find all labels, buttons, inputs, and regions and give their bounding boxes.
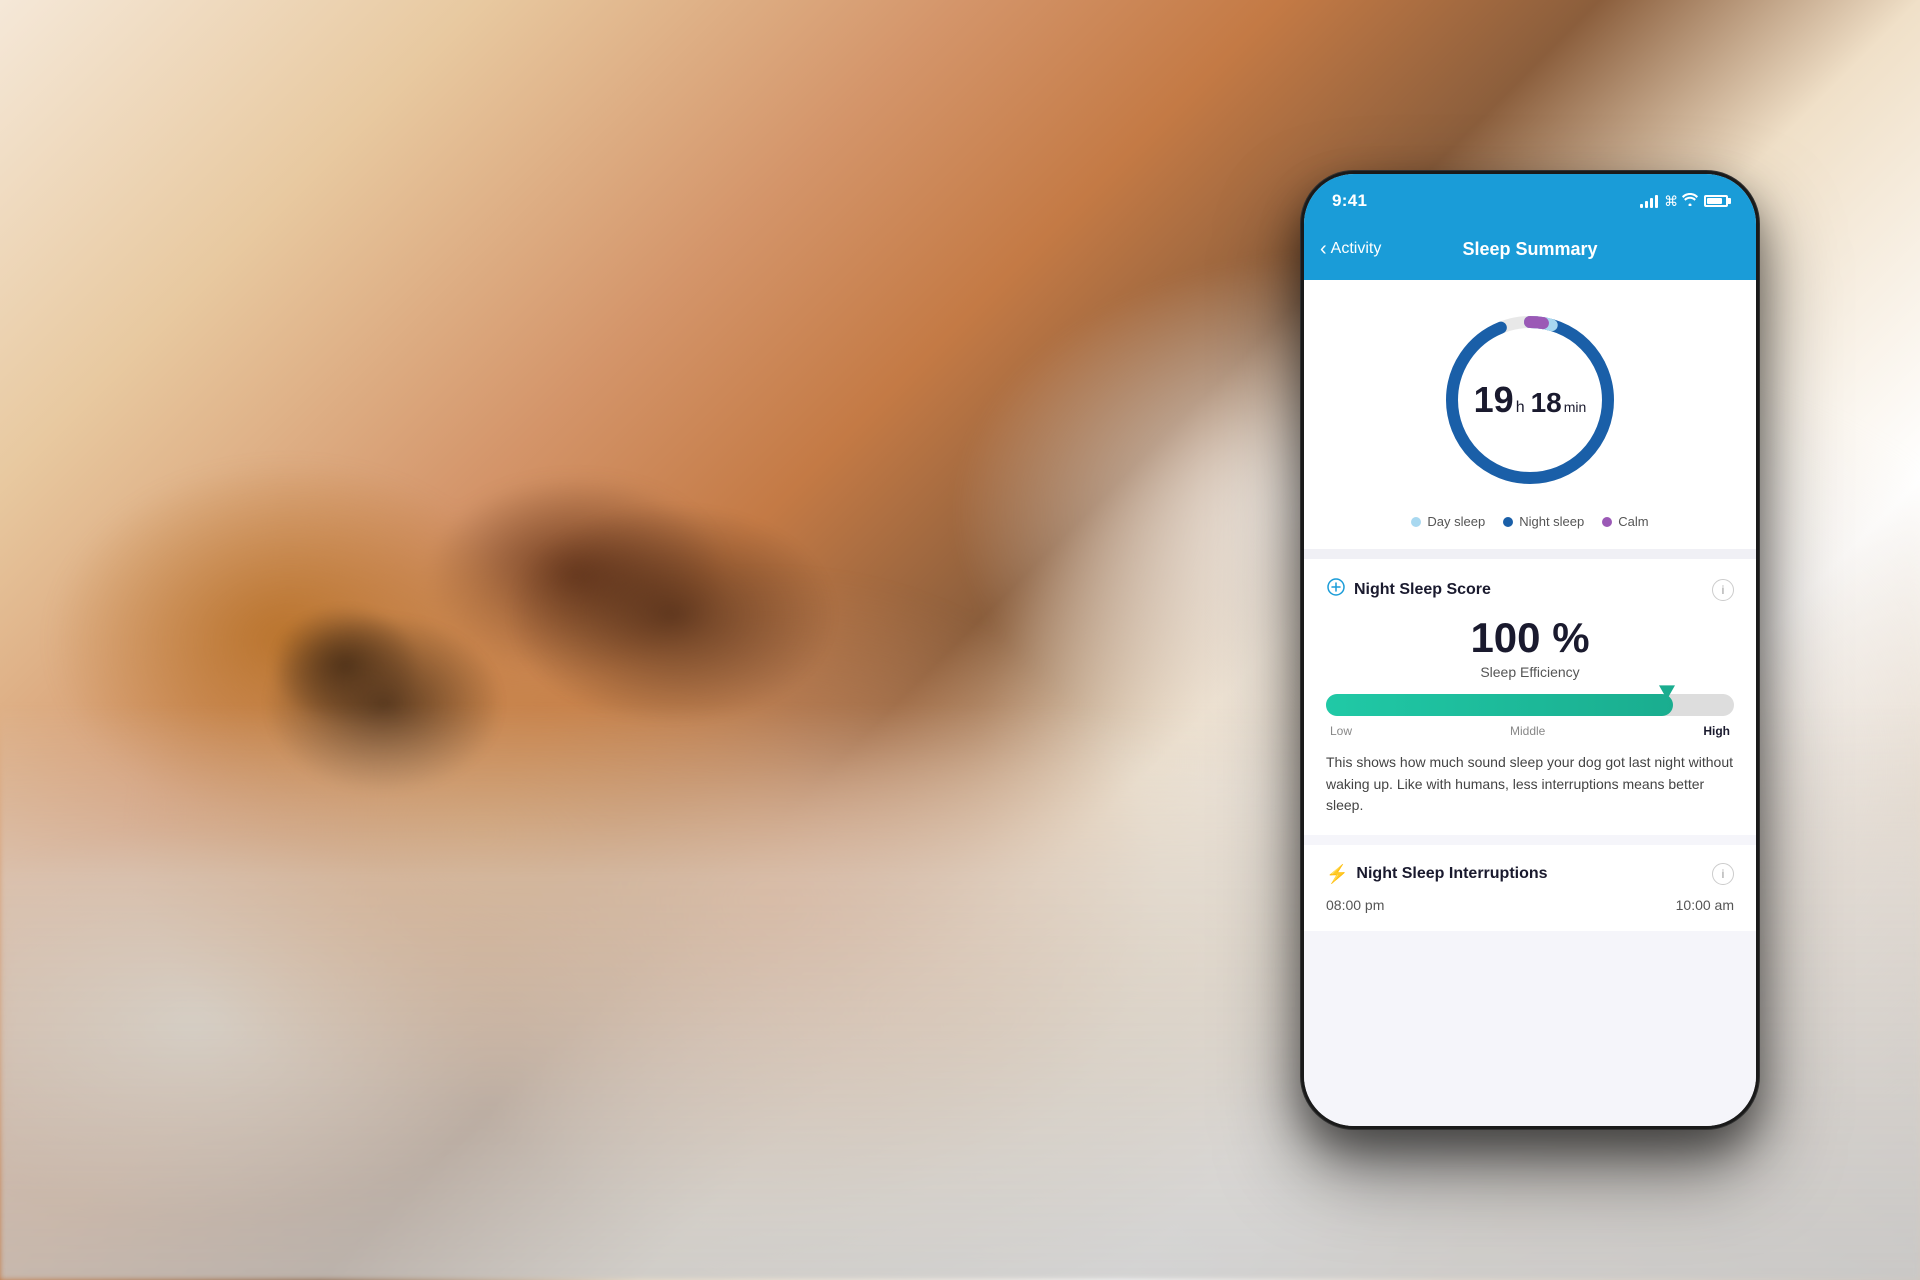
- moon-icon: [1326, 577, 1346, 602]
- interruptions-info-icon[interactable]: i: [1712, 863, 1734, 885]
- nav-header: ‹ Activity Sleep Summary: [1304, 224, 1756, 280]
- interruptions-title-row: ⚡ Night Sleep Interruptions: [1326, 864, 1548, 885]
- sleep-circle-section: 19 h 18 min Day sleep: [1304, 280, 1756, 549]
- interruptions-title: Night Sleep Interruptions: [1356, 865, 1547, 883]
- low-label: Low: [1330, 724, 1352, 738]
- score-sublabel: Sleep Efficiency: [1326, 664, 1734, 680]
- phone: 9:41 ⌘: [1300, 170, 1760, 1130]
- efficiency-progress-track: [1326, 694, 1734, 716]
- middle-label: Middle: [1510, 724, 1545, 738]
- sleep-minutes: 18: [1531, 387, 1562, 419]
- info-icon[interactable]: i: [1712, 579, 1734, 601]
- back-button[interactable]: ‹ Activity: [1320, 238, 1381, 261]
- time-end: 10:00 am: [1676, 897, 1734, 913]
- page-title: Sleep Summary: [1462, 239, 1597, 260]
- status-icons: ⌘: [1640, 193, 1728, 210]
- night-sleep-label: Night sleep: [1519, 514, 1584, 529]
- score-percentage: 100 %: [1326, 614, 1734, 662]
- lightning-icon: ⚡: [1326, 864, 1348, 885]
- hours-unit: h: [1516, 399, 1525, 417]
- legend-night-sleep: Night sleep: [1503, 514, 1584, 529]
- progress-indicator-arrow: [1659, 685, 1675, 699]
- phone-content[interactable]: 19 h 18 min Day sleep: [1304, 280, 1756, 1126]
- progress-labels: Low Middle High: [1326, 724, 1734, 738]
- efficiency-progress-fill: [1326, 694, 1673, 716]
- high-label: High: [1703, 724, 1730, 738]
- score-description: This shows how much sound sleep your dog…: [1326, 752, 1734, 817]
- phone-frame: 9:41 ⌘: [1300, 170, 1760, 1130]
- sleep-hours: 19: [1474, 379, 1514, 421]
- night-sleep-score-title: Night Sleep Score: [1354, 581, 1491, 599]
- back-label: Activity: [1331, 240, 1382, 258]
- phone-screen: 9:41 ⌘: [1304, 174, 1756, 1126]
- interruptions-time-range: 08:00 pm 10:00 am: [1326, 897, 1734, 913]
- status-bar: 9:41 ⌘: [1304, 174, 1756, 224]
- signal-icon: [1640, 194, 1658, 208]
- interruptions-header: ⚡ Night Sleep Interruptions i: [1326, 863, 1734, 885]
- sleep-ring-chart: 19 h 18 min: [1440, 310, 1620, 490]
- interruptions-card: ⚡ Night Sleep Interruptions i 08:00 pm 1…: [1304, 845, 1756, 931]
- calm-label: Calm: [1618, 514, 1648, 529]
- sleep-duration-display: 19 h 18 min: [1440, 310, 1620, 490]
- legend-day-sleep: Day sleep: [1411, 514, 1485, 529]
- status-time: 9:41: [1332, 191, 1367, 211]
- legend-calm: Calm: [1602, 514, 1648, 529]
- minutes-unit: min: [1564, 399, 1587, 415]
- day-sleep-label: Day sleep: [1427, 514, 1485, 529]
- score-title-row: Night Sleep Score: [1326, 577, 1491, 602]
- sleep-legend: Day sleep Night sleep Calm: [1411, 514, 1648, 529]
- section-divider: [1304, 549, 1756, 559]
- day-sleep-dot: [1411, 517, 1421, 527]
- chevron-left-icon: ‹: [1320, 238, 1327, 261]
- calm-dot: [1602, 517, 1612, 527]
- score-card-header: Night Sleep Score i: [1326, 577, 1734, 602]
- night-sleep-dot: [1503, 517, 1513, 527]
- time-start: 08:00 pm: [1326, 897, 1384, 913]
- night-sleep-score-card: Night Sleep Score i 100 % Sleep Efficien…: [1304, 559, 1756, 835]
- battery-icon: [1704, 195, 1728, 207]
- wifi-icon: ⌘: [1664, 193, 1698, 210]
